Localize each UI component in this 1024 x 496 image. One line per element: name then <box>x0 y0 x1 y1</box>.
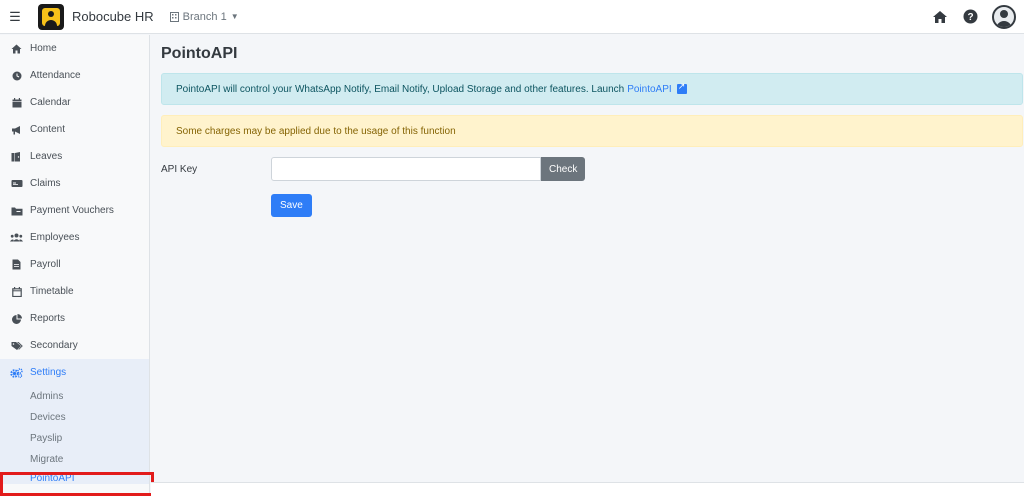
page-title: PointoAPI <box>161 45 238 62</box>
submenu-item-admins[interactable]: Admins <box>0 386 149 407</box>
app-logo <box>38 3 64 30</box>
home-icon <box>10 42 23 55</box>
voucher-icon <box>10 204 23 217</box>
sidebar-item-label: Attendance <box>30 70 81 81</box>
users-icon <box>10 231 23 244</box>
save-button[interactable]: Save <box>271 194 312 217</box>
branch-selector[interactable]: Branch 1 ▼ <box>169 10 239 23</box>
megaphone-icon <box>10 123 23 136</box>
sidebar-item-employees[interactable]: Employees <box>0 224 149 251</box>
check-button[interactable]: Check <box>541 157 586 181</box>
footer <box>151 482 1024 496</box>
sidebar-item-label: Timetable <box>30 286 74 297</box>
clock-icon <box>10 69 23 82</box>
api-key-input[interactable] <box>271 157 541 181</box>
sidebar-item-leaves[interactable]: Leaves <box>0 143 149 170</box>
submenu-item-payslip[interactable]: Payslip <box>0 428 149 449</box>
sidebar-item-calendar[interactable]: Calendar <box>0 89 149 116</box>
sidebar-item-label: Settings <box>30 367 67 378</box>
sidebar-item-label: Payroll <box>30 259 61 270</box>
main-content: PointoAPI PointoAPI will control your Wh… <box>151 35 1024 496</box>
tags-icon <box>10 339 23 352</box>
brand-name[interactable]: Robocube HR <box>72 9 154 24</box>
api-key-label: API Key <box>161 163 198 175</box>
sidebar-item-attendance[interactable]: Attendance <box>0 62 149 89</box>
home-icon[interactable] <box>932 9 948 25</box>
info-alert: PointoAPI will control your WhatsApp Not… <box>161 73 1023 105</box>
branch-label: Branch 1 <box>182 10 227 23</box>
menu-toggle-icon[interactable]: ☰ <box>0 9 30 25</box>
submenu-item-devices[interactable]: Devices <box>0 407 149 428</box>
sidebar-item-label: Leaves <box>30 151 63 162</box>
document-icon <box>10 258 23 271</box>
sidebar-item-claims[interactable]: Claims <box>0 170 149 197</box>
sidebar-item-payroll[interactable]: Payroll <box>0 251 149 278</box>
sidebar: Home Attendance Calendar Content Leaves … <box>0 35 150 496</box>
submenu-item-migrate[interactable]: Migrate <box>0 449 149 470</box>
sidebar-item-secondary[interactable]: Secondary <box>0 332 149 359</box>
pointoapi-link[interactable]: PointoAPI <box>627 84 671 95</box>
api-key-row: API Key Check <box>161 157 1024 181</box>
sidebar-item-label: Secondary <box>30 340 78 351</box>
highlight-annotation <box>0 472 154 496</box>
leaves-icon <box>10 150 23 163</box>
caret-down-icon: ▼ <box>230 12 239 21</box>
sidebar-item-content[interactable]: Content <box>0 116 149 143</box>
sidebar-item-label: Home <box>30 43 57 54</box>
cogs-icon <box>10 366 23 379</box>
top-navbar: ☰ Robocube HR Branch 1 ▼ ? <box>0 0 1024 34</box>
money-icon <box>10 177 23 190</box>
sidebar-item-label: Calendar <box>30 97 71 108</box>
sidebar-item-payment-vouchers[interactable]: Payment Vouchers <box>0 197 149 224</box>
sidebar-item-home[interactable]: Home <box>0 35 149 62</box>
svg-text:?: ? <box>967 12 973 23</box>
external-link-icon[interactable] <box>676 81 687 94</box>
warning-text: Some charges may be applied due to the u… <box>176 125 456 137</box>
sidebar-item-label: Employees <box>30 232 80 243</box>
sidebar-item-settings[interactable]: Settings <box>0 359 149 386</box>
sidebar-item-reports[interactable]: Reports <box>0 305 149 332</box>
sidebar-item-label: Claims <box>30 178 61 189</box>
calendar-outline-icon <box>10 285 23 298</box>
sidebar-item-label: Content <box>30 124 66 135</box>
settings-submenu: Admins Devices Payslip Migrate PointoAPI <box>0 386 149 484</box>
sidebar-item-label: Payment Vouchers <box>30 205 114 216</box>
user-avatar[interactable] <box>992 4 1016 29</box>
calendar-icon <box>10 96 23 109</box>
info-text: PointoAPI will control your WhatsApp Not… <box>176 83 625 95</box>
help-icon[interactable]: ? <box>962 9 978 25</box>
sidebar-item-label: Reports <box>30 313 66 324</box>
pie-chart-icon <box>10 312 23 325</box>
building-icon <box>169 11 179 22</box>
warning-alert: Some charges may be applied due to the u… <box>161 115 1023 147</box>
sidebar-item-timetable[interactable]: Timetable <box>0 278 149 305</box>
